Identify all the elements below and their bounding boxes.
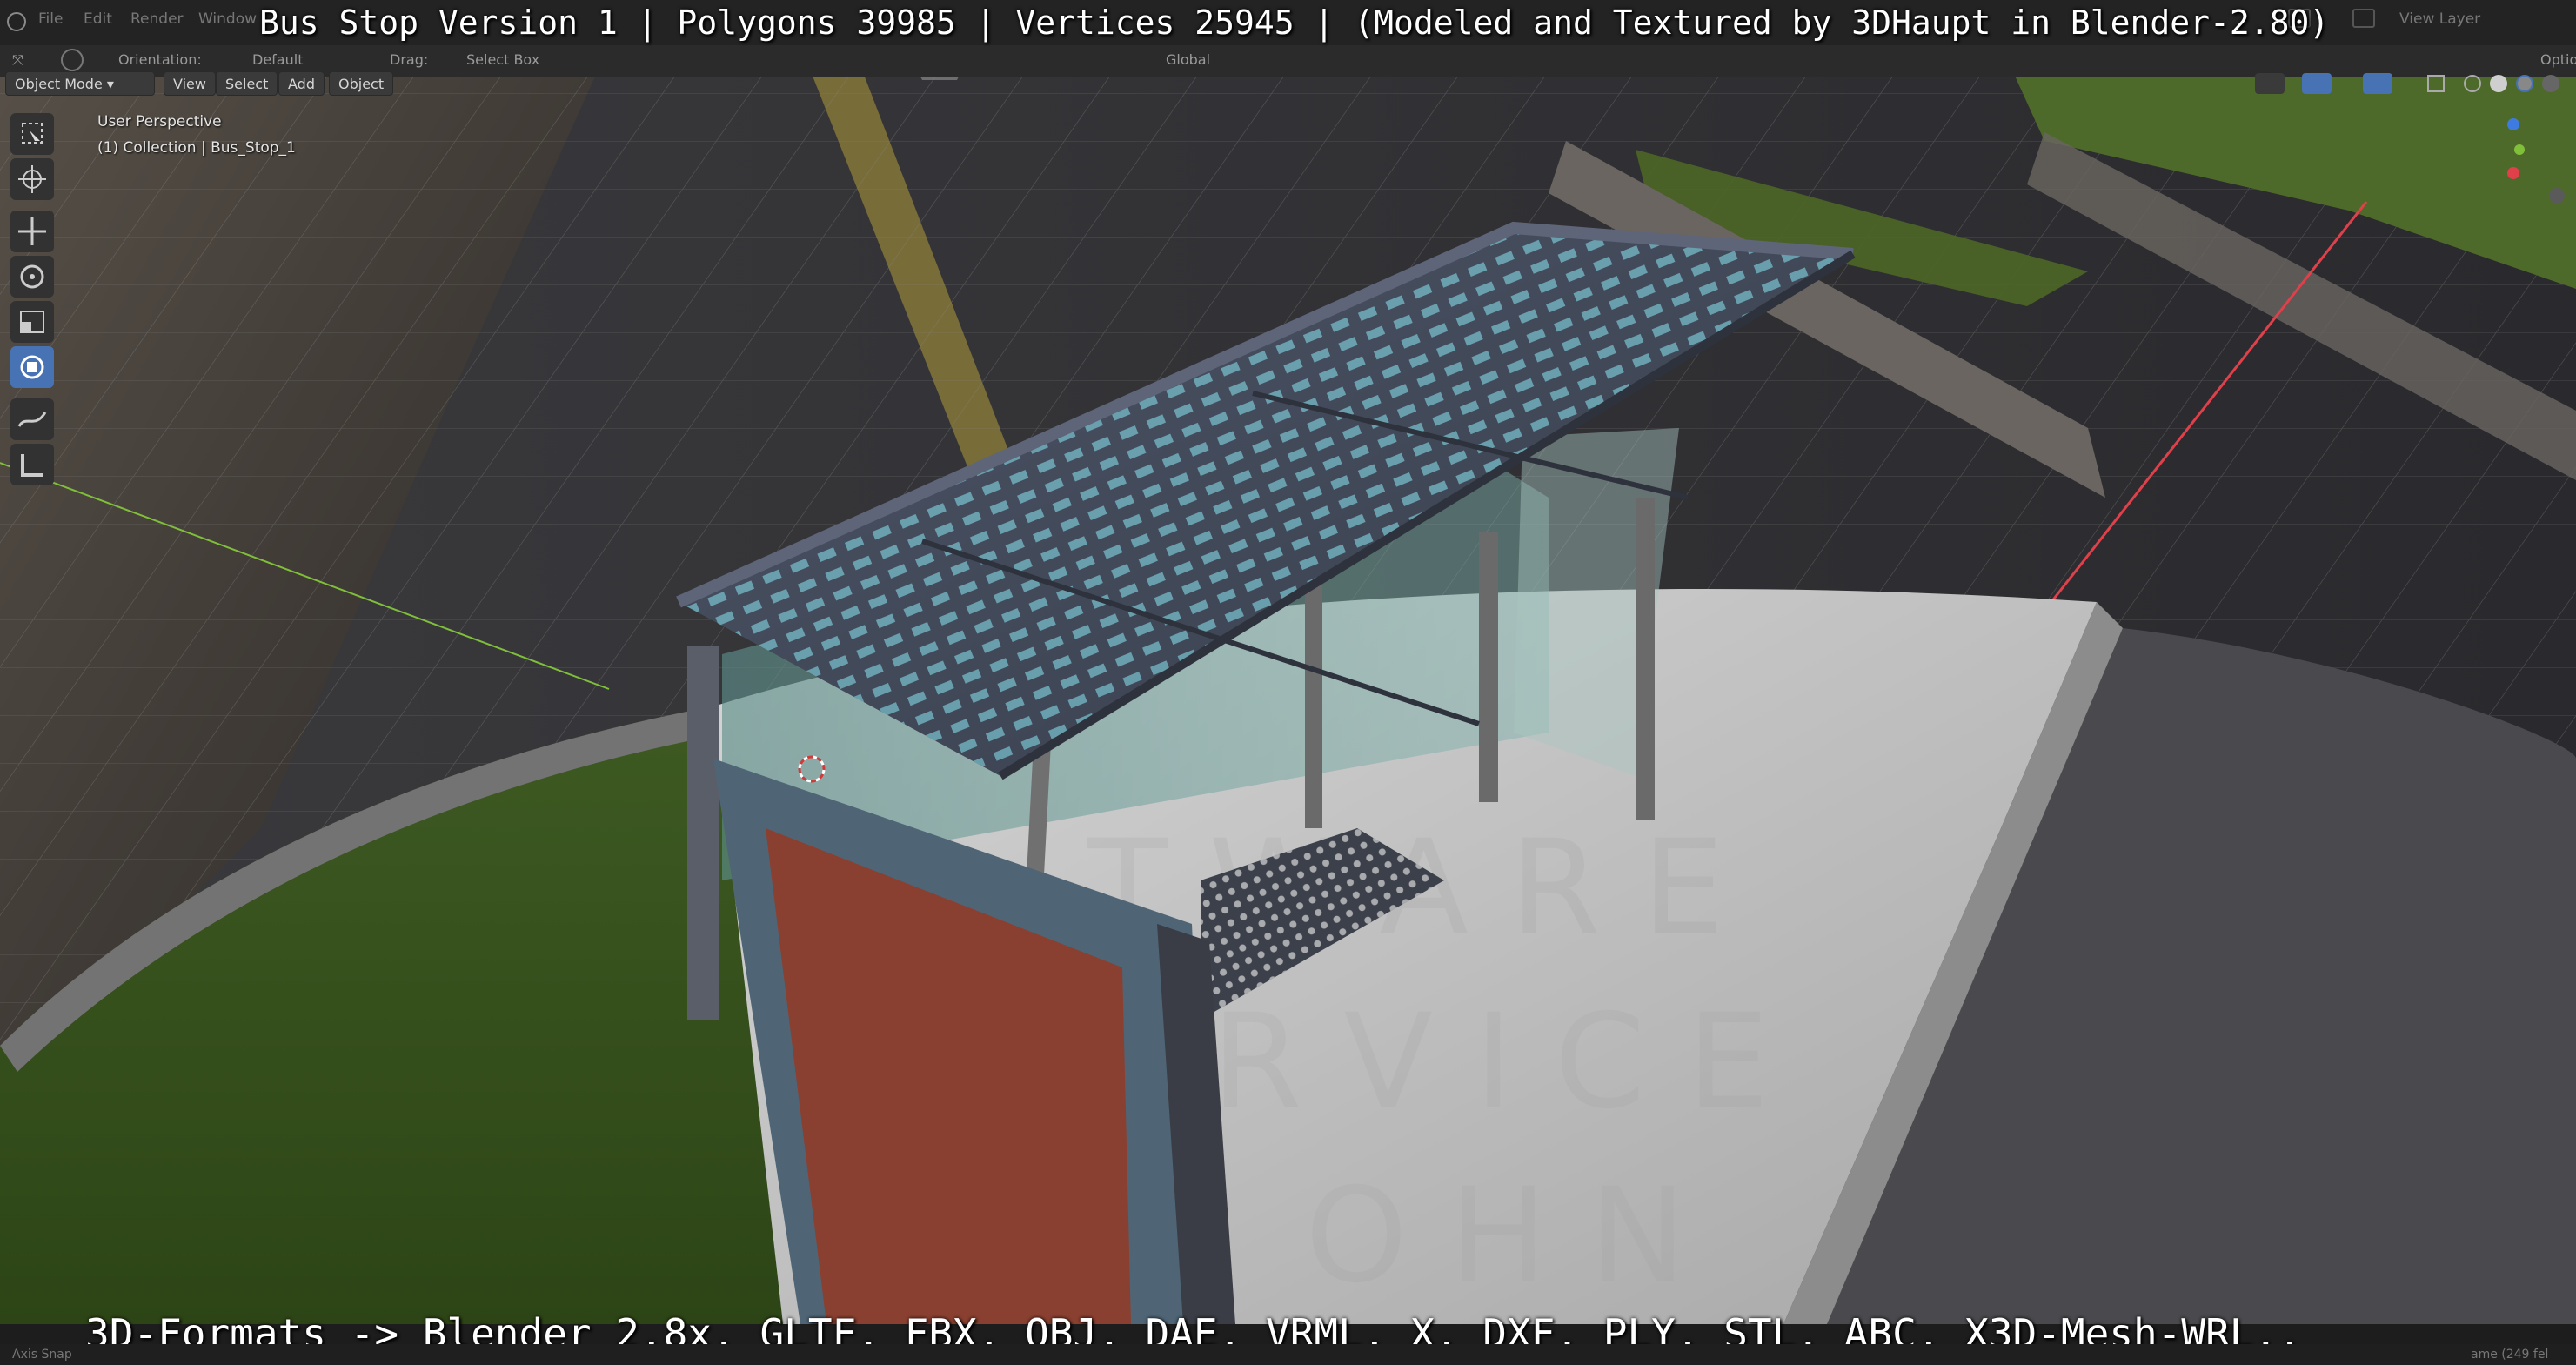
transform-orientation-dropdown[interactable]: Global <box>1166 49 1210 71</box>
object-menu[interactable]: Object <box>329 71 394 96</box>
solid-shading-icon[interactable] <box>2490 75 2507 92</box>
gizmo-y-axis[interactable] <box>2514 144 2525 155</box>
scene-render: T W A R E E R V I C E O H N <box>0 45 2576 1324</box>
options-label[interactable]: Optio <box>2540 49 2576 71</box>
select-box-icon <box>22 123 43 144</box>
move-icon <box>18 217 46 245</box>
navigation-gizmo[interactable] <box>2479 115 2575 245</box>
gizmo-x-axis[interactable] <box>2507 167 2519 179</box>
annotate-icon <box>17 412 47 427</box>
transform-tool-icon[interactable]: ⤧ <box>12 49 38 71</box>
svg-text:O H N: O H N <box>1305 1161 1686 1312</box>
measure-icon <box>21 454 43 477</box>
orientation-dropdown[interactable]: Default <box>252 49 303 71</box>
menu-window[interactable]: Window <box>198 10 257 28</box>
material-shading-icon[interactable] <box>2516 75 2533 92</box>
orientation-label: Orientation: <box>118 51 202 68</box>
overlays-toggle-icon[interactable] <box>2363 73 2392 94</box>
blender-logo-icon[interactable] <box>7 12 26 31</box>
active-collection-label: (1) Collection | Bus_Stop_1 <box>97 139 296 157</box>
rotate-icon <box>20 264 44 289</box>
status-bar: Axis Snap ame (249 fel <box>0 1344 2576 1365</box>
select-menu[interactable]: Select <box>216 71 278 96</box>
view-layer-icon[interactable] <box>2352 9 2375 28</box>
3d-viewport[interactable]: T W A R E E R V I C E O H N User Perspec… <box>0 45 2576 1324</box>
status-stats: ame (249 fel <box>2471 1348 2549 1362</box>
video-title-caption: Bus Stop Version 1 | Polygons 39985 | Ve… <box>259 3 2330 42</box>
scale-icon <box>20 311 44 333</box>
rotate-tool[interactable] <box>10 256 54 298</box>
view-perspective-label: User Perspective <box>97 113 222 130</box>
wireframe-shading-icon[interactable] <box>2464 75 2481 92</box>
object-mode-label: Object Mode <box>15 76 103 92</box>
object-mode-dropdown[interactable]: Object Mode ▾ <box>5 71 155 96</box>
view-layer-label[interactable]: View Layer <box>2399 10 2480 28</box>
add-menu[interactable]: Add <box>278 71 325 96</box>
drag-dropdown[interactable]: Select Box <box>466 49 539 71</box>
select-box-tool[interactable] <box>10 113 54 155</box>
cursor-tool[interactable] <box>10 158 54 200</box>
annotate-tool[interactable] <box>10 398 54 440</box>
menu-render[interactable]: Render <box>130 10 184 28</box>
transform-tool[interactable] <box>10 346 54 388</box>
rendered-shading-icon[interactable] <box>2542 75 2559 92</box>
status-axis-snap: Axis Snap <box>12 1348 72 1362</box>
transform-icon <box>20 355 44 379</box>
measure-tool[interactable] <box>10 444 54 485</box>
gizmo-z-axis[interactable] <box>2507 118 2519 130</box>
gizmo-toggle-icon[interactable] <box>2302 73 2332 94</box>
menu-edit[interactable]: Edit <box>84 10 112 28</box>
cursor-icon <box>18 165 46 193</box>
drag-label: Drag: <box>390 51 429 68</box>
menu-file[interactable]: File <box>38 10 63 28</box>
gizmo-neg-axis[interactable] <box>2549 188 2565 204</box>
xray-icon[interactable] <box>2427 75 2445 92</box>
move-tool[interactable] <box>10 211 54 252</box>
orientation-gizmo-icon[interactable] <box>61 49 84 71</box>
scale-tool[interactable] <box>10 301 54 343</box>
visibility-icon[interactable] <box>2255 73 2285 94</box>
view-menu[interactable]: View <box>164 71 216 96</box>
